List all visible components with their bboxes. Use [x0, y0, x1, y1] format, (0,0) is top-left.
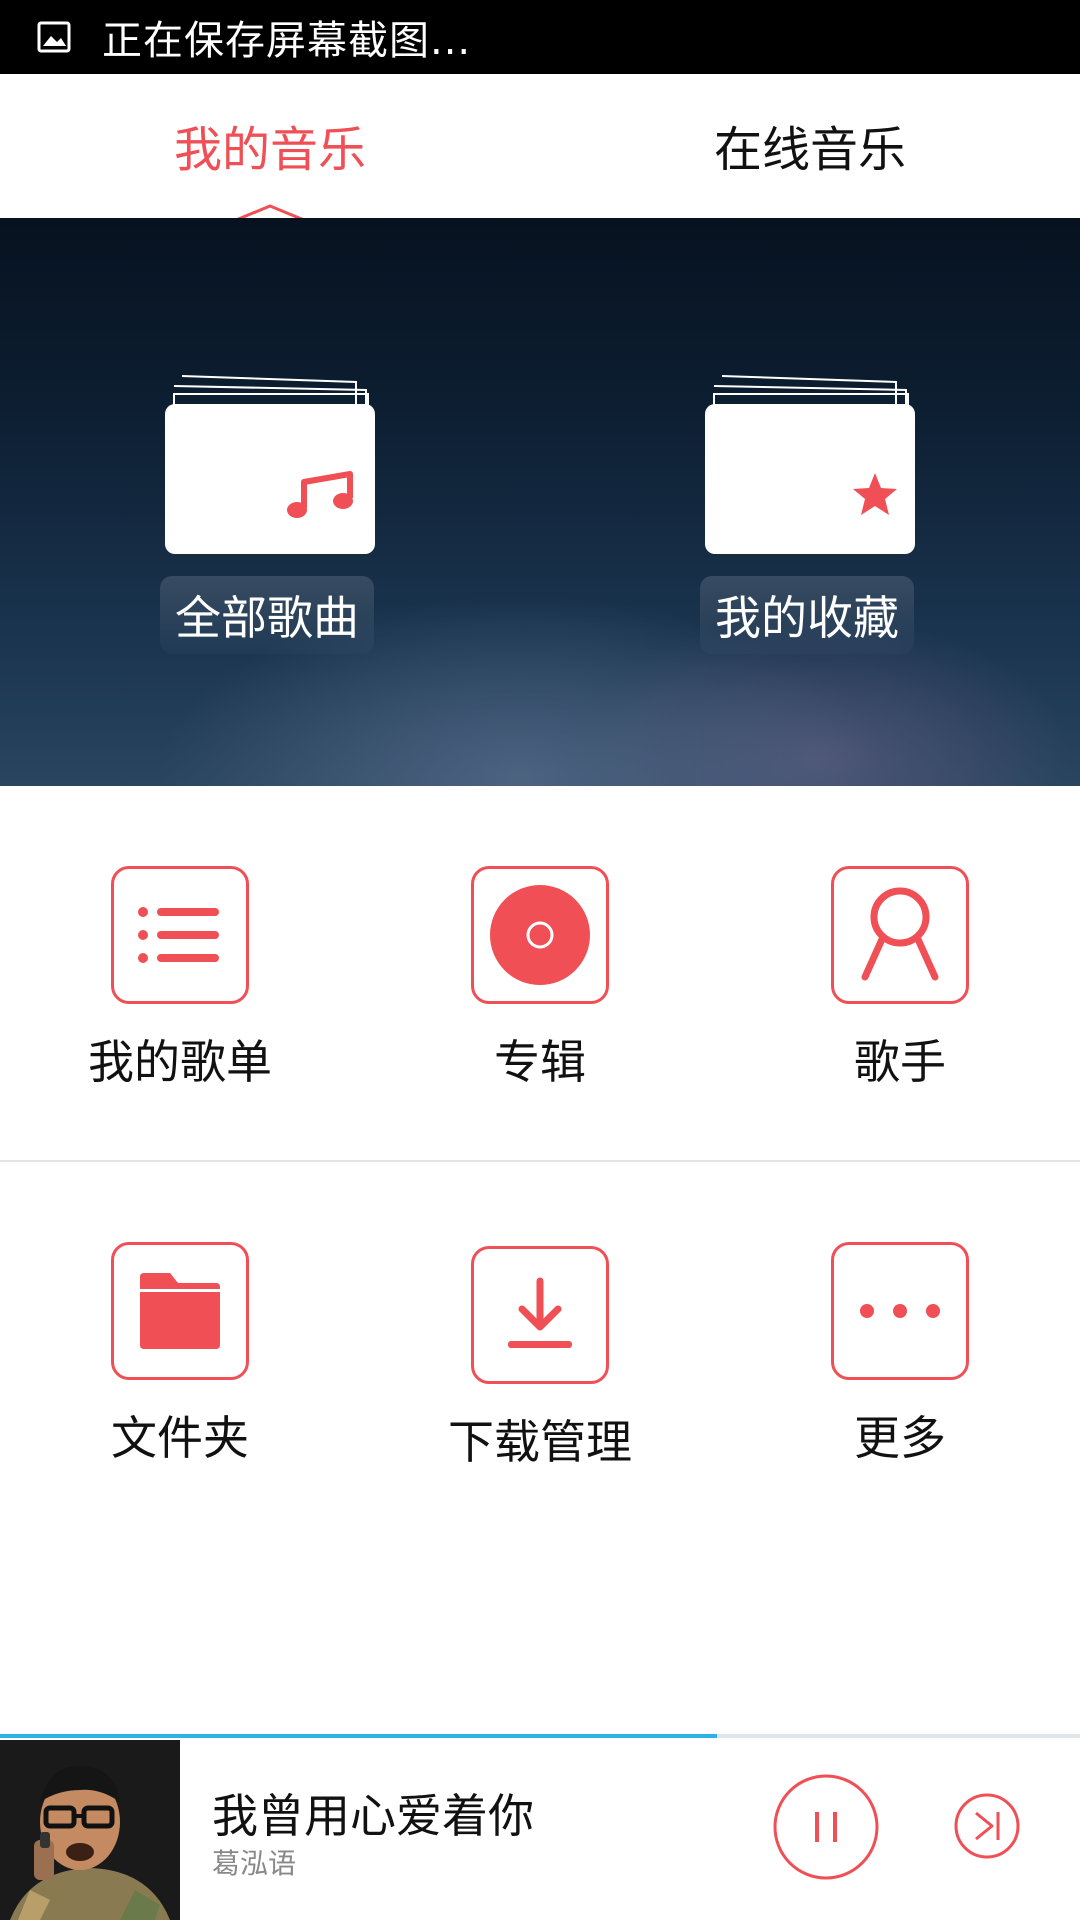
folder-icon-box: [111, 1242, 249, 1380]
singers-button[interactable]: 歌手: [720, 786, 1080, 1106]
albums-label: 专辑: [494, 1035, 586, 1089]
next-icon: [975, 1811, 1000, 1841]
all-songs-label: 全部歌曲: [160, 576, 374, 654]
status-text: 正在保存屏幕截图...: [102, 18, 472, 64]
albums-button[interactable]: 专辑: [360, 786, 720, 1106]
singer-icon: [861, 887, 939, 981]
album-icon-box: [471, 866, 609, 1004]
singers-label: 歌手: [854, 1035, 946, 1089]
music-folder-icon: [165, 375, 375, 554]
pause-icon: [815, 1812, 837, 1842]
favorites-label: 我的收藏: [700, 576, 914, 654]
download-icon-box: [471, 1246, 609, 1384]
more-icon-box: [831, 1242, 969, 1380]
all-songs-card[interactable]: 全部歌曲: [160, 358, 380, 654]
song-title: 我曾用心爱着你: [212, 1789, 534, 1843]
hero-banner: 全部歌曲 我的收藏: [0, 218, 1080, 786]
tab-my-music[interactable]: 我的音乐: [0, 74, 540, 216]
favorites-folder-icon: [705, 375, 915, 554]
pause-button[interactable]: [773, 1774, 879, 1880]
folders-label: 文件夹: [111, 1411, 249, 1465]
tab-bar: 我的音乐 在线音乐: [0, 74, 1080, 222]
grid-row-2: 文件夹 下载管理 更多: [0, 1162, 1080, 1482]
tab-online-music[interactable]: 在线音乐: [540, 74, 1080, 216]
next-track-button[interactable]: [954, 1793, 1020, 1859]
grid-row-1: 我的歌单 专辑 歌手: [0, 786, 1080, 1106]
status-bar: 正在保存屏幕截图...: [0, 0, 1080, 74]
download-manager-button[interactable]: 下载管理: [360, 1162, 720, 1482]
music-app: 正在保存屏幕截图... 我的音乐 在线音乐 全部歌曲 我的收藏 我的歌单 专辑 …: [0, 0, 1080, 1920]
list-icon: [138, 907, 219, 963]
more-label: 更多: [854, 1411, 946, 1465]
mini-player[interactable]: 我曾用心爱着你 葛泓语: [0, 1738, 1080, 1920]
more-button[interactable]: 更多: [720, 1162, 1080, 1482]
album-disc-icon: [490, 885, 590, 985]
more-dots-icon: [860, 1304, 940, 1318]
favorites-card[interactable]: 我的收藏: [700, 358, 920, 654]
song-artist: 葛泓语: [212, 1847, 297, 1880]
folder-icon: [140, 1273, 220, 1349]
download-manager-label: 下载管理: [448, 1415, 632, 1469]
download-icon: [508, 1277, 572, 1348]
album-cover[interactable]: [0, 1740, 180, 1920]
folders-button[interactable]: 文件夹: [0, 1162, 360, 1482]
singer-icon-box: [831, 866, 969, 1004]
image-icon: [37, 21, 71, 53]
my-playlists-button[interactable]: 我的歌单: [0, 786, 360, 1106]
list-icon-box: [111, 866, 249, 1004]
my-playlists-label: 我的歌单: [88, 1035, 272, 1089]
artist-photo: [0, 1740, 180, 1920]
